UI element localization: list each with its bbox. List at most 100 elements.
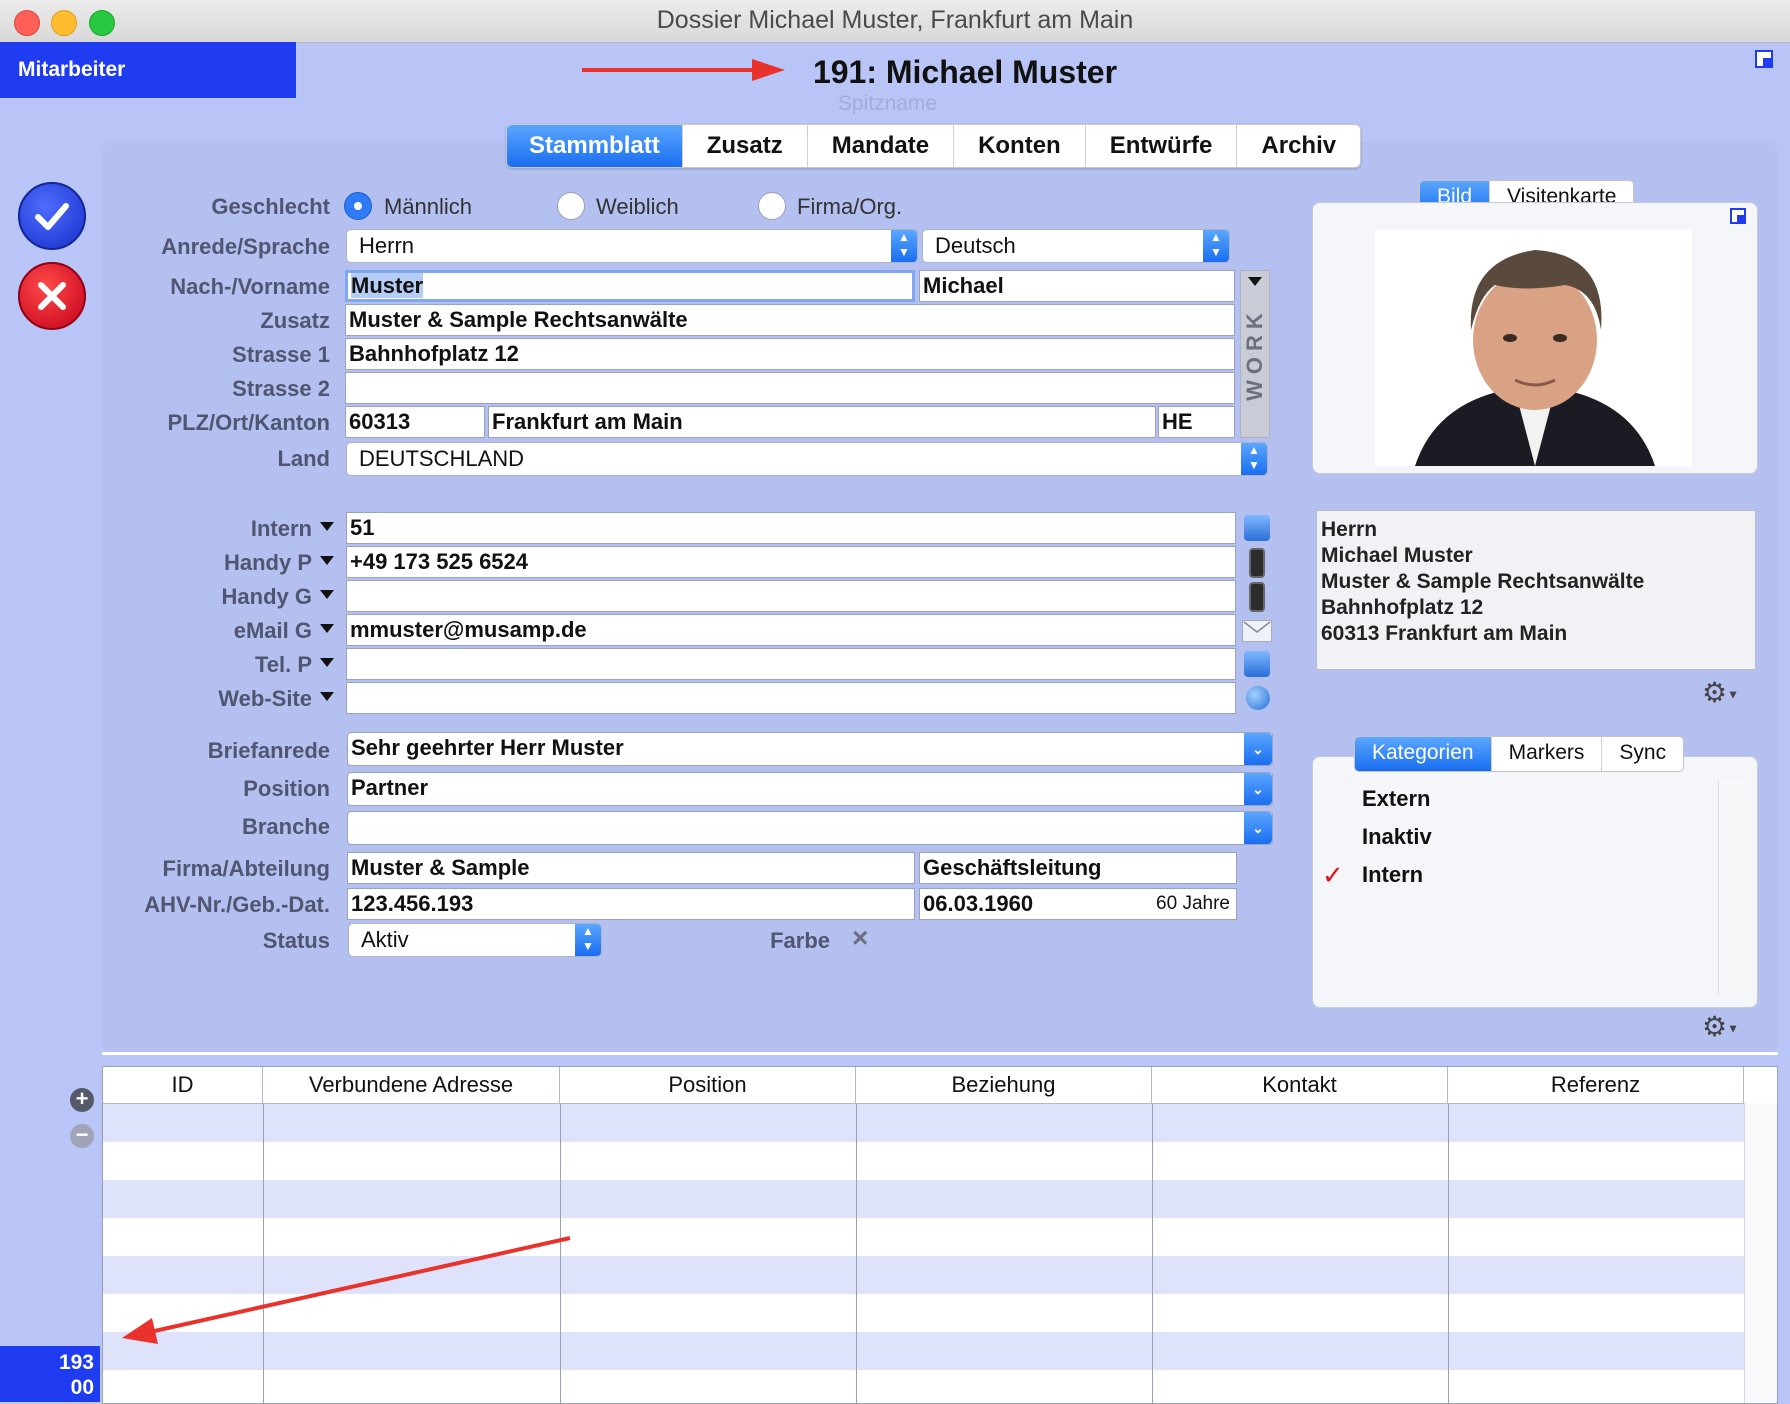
farbe-clear-icon[interactable]: × bbox=[852, 922, 868, 954]
triangle-down-icon[interactable] bbox=[320, 522, 334, 531]
contact-field[interactable] bbox=[346, 580, 1236, 612]
categories-scrollbar[interactable] bbox=[1718, 780, 1745, 994]
tab-entwuerfe[interactable]: Entwürfe bbox=[1086, 125, 1238, 167]
contact-label[interactable]: eMail G bbox=[150, 618, 312, 644]
abteilung-field[interactable]: Geschäftsleitung bbox=[919, 852, 1237, 884]
phone-icon[interactable] bbox=[1244, 515, 1270, 541]
label-anrede: Anrede/Sprache bbox=[161, 234, 330, 259]
column-divider bbox=[1152, 1103, 1153, 1403]
chevron-down-icon[interactable]: ⌄ bbox=[1244, 733, 1272, 765]
triangle-down-icon[interactable] bbox=[320, 658, 334, 667]
address-line: Muster & Sample Rechtsanwälte bbox=[1321, 570, 1645, 593]
triangle-down-icon[interactable] bbox=[320, 556, 334, 565]
tab-konten[interactable]: Konten bbox=[954, 125, 1086, 167]
strasse1-field[interactable]: Bahnhofplatz 12 bbox=[345, 338, 1235, 370]
contact-label[interactable]: Handy G bbox=[150, 584, 312, 610]
add-row-button[interactable]: + bbox=[70, 1088, 94, 1112]
briefanrede-combo[interactable]: Sehr geehrter Herr Muster ⌄ bbox=[347, 732, 1273, 766]
triangle-down-icon[interactable] bbox=[320, 590, 334, 599]
column-header-id[interactable]: ID bbox=[103, 1067, 263, 1103]
category-item-intern[interactable]: Intern bbox=[1362, 862, 1423, 888]
remove-row-button[interactable]: − bbox=[70, 1124, 94, 1148]
alter-value: 60 Jahre bbox=[1156, 893, 1230, 914]
label-strasse1: Strasse 1 bbox=[232, 342, 330, 367]
position-combo[interactable]: Partner ⌄ bbox=[347, 772, 1273, 806]
anrede-select[interactable]: Herrn ▲ ▼ bbox=[346, 229, 918, 263]
tab-sync[interactable]: Sync bbox=[1602, 737, 1683, 771]
address-line: Herrn bbox=[1321, 518, 1378, 541]
contact-label[interactable]: Intern bbox=[150, 516, 312, 542]
nachname-field[interactable]: Muster bbox=[345, 270, 915, 302]
plz-field[interactable]: 60313 bbox=[345, 406, 485, 438]
contact-field[interactable] bbox=[346, 648, 1236, 680]
column-header-verbundene-adresse[interactable]: Verbundene Adresse bbox=[263, 1067, 560, 1103]
category-item-inaktiv[interactable]: Inaktiv bbox=[1362, 824, 1432, 850]
gear-icon[interactable]: ⚙▼ bbox=[1702, 1010, 1739, 1043]
firma-field[interactable]: Muster & Sample bbox=[347, 852, 915, 884]
zusatz-field[interactable]: Muster & Sample Rechtsanwälte bbox=[345, 304, 1235, 336]
contact-row: Intern 51 bbox=[150, 512, 1280, 546]
tab-mandate[interactable]: Mandate bbox=[808, 125, 955, 167]
contact-field[interactable] bbox=[346, 682, 1236, 714]
contact-row: Tel. P bbox=[150, 648, 1280, 682]
column-header-kontakt[interactable]: Kontakt bbox=[1152, 1067, 1448, 1103]
table-row[interactable] bbox=[103, 1370, 1777, 1403]
kanton-field[interactable]: HE bbox=[1158, 406, 1235, 438]
gear-icon[interactable]: ⚙▼ bbox=[1702, 676, 1739, 709]
tab-stammblatt[interactable]: Stammblatt bbox=[507, 125, 683, 167]
tab-archiv[interactable]: Archiv bbox=[1237, 125, 1360, 167]
stepper-icon: ▲ ▼ bbox=[891, 230, 917, 262]
phone-icon[interactable] bbox=[1244, 651, 1270, 677]
ahv-field[interactable]: 123.456.193 bbox=[347, 888, 915, 920]
mobile-icon[interactable] bbox=[1249, 582, 1265, 612]
radio-label-firma: Firma/Org. bbox=[797, 194, 903, 219]
tab-kategorien[interactable]: Kategorien bbox=[1355, 737, 1492, 771]
contact-field[interactable]: +49 173 525 6524 bbox=[346, 546, 1236, 578]
nickname-field[interactable]: Spitzname bbox=[0, 92, 1775, 116]
contact-field[interactable]: 51 bbox=[346, 512, 1236, 544]
confirm-button[interactable] bbox=[18, 182, 86, 250]
globe-icon[interactable] bbox=[1246, 686, 1270, 710]
column-header-position[interactable]: Position bbox=[560, 1067, 856, 1103]
chevron-down-icon[interactable]: ⌄ bbox=[1244, 812, 1272, 844]
tab-zusatz[interactable]: Zusatz bbox=[683, 125, 808, 167]
column-header-beziehung[interactable]: Beziehung bbox=[856, 1067, 1152, 1103]
triangle-down-icon[interactable] bbox=[320, 692, 334, 701]
table-row[interactable] bbox=[103, 1180, 1777, 1218]
tab-bar: Stammblatt Zusatz Mandate Konten Entwürf… bbox=[506, 124, 1362, 168]
stepper-icon: ▲ ▼ bbox=[575, 924, 601, 956]
work-address-tab[interactable]: WORK bbox=[1240, 270, 1270, 438]
contact-label[interactable]: Handy P bbox=[150, 550, 312, 576]
cancel-button[interactable] bbox=[18, 262, 86, 330]
radio-maennlich[interactable] bbox=[344, 192, 372, 220]
tab-markers[interactable]: Markers bbox=[1492, 737, 1603, 771]
category-item-extern[interactable]: Extern bbox=[1362, 786, 1430, 812]
label-zusatz: Zusatz bbox=[260, 308, 330, 333]
vorname-field[interactable]: Michael bbox=[919, 270, 1235, 302]
label-name: Nach-/Vorname bbox=[170, 274, 330, 299]
ort-field[interactable]: Frankfurt am Main bbox=[488, 406, 1156, 438]
radio-firma[interactable] bbox=[758, 192, 786, 220]
strasse2-field[interactable] bbox=[345, 372, 1235, 404]
triangle-down-icon[interactable] bbox=[320, 624, 334, 633]
contact-label[interactable]: Web-Site bbox=[150, 686, 312, 712]
contact-field[interactable]: mmuster@musamp.de bbox=[346, 614, 1236, 646]
label-status: Status bbox=[262, 928, 330, 953]
anrede-value: Herrn bbox=[359, 233, 415, 258]
table-row[interactable] bbox=[103, 1142, 1777, 1180]
table-scrollbar[interactable] bbox=[1744, 1103, 1777, 1403]
chevron-down-icon[interactable]: ⌄ bbox=[1244, 773, 1272, 805]
table-row[interactable] bbox=[103, 1104, 1777, 1142]
radio-weiblich[interactable] bbox=[557, 192, 585, 220]
geburtsdatum-field[interactable]: 06.03.1960 60 Jahre bbox=[919, 888, 1237, 920]
land-select[interactable]: DEUTSCHLAND ▲ ▼ bbox=[346, 442, 1268, 476]
column-header-referenz[interactable]: Referenz bbox=[1448, 1067, 1744, 1103]
sprache-select[interactable]: Deutsch ▲ ▼ bbox=[922, 229, 1230, 263]
mobile-icon[interactable] bbox=[1249, 548, 1265, 578]
photo-toggle-icon[interactable] bbox=[1730, 208, 1746, 224]
branche-combo[interactable]: ⌄ bbox=[347, 811, 1273, 845]
status-select[interactable]: Aktiv ▲ ▼ bbox=[348, 923, 602, 957]
mail-icon[interactable] bbox=[1242, 620, 1272, 642]
window-toggle-icon[interactable] bbox=[1755, 50, 1773, 68]
contact-label[interactable]: Tel. P bbox=[150, 652, 312, 678]
